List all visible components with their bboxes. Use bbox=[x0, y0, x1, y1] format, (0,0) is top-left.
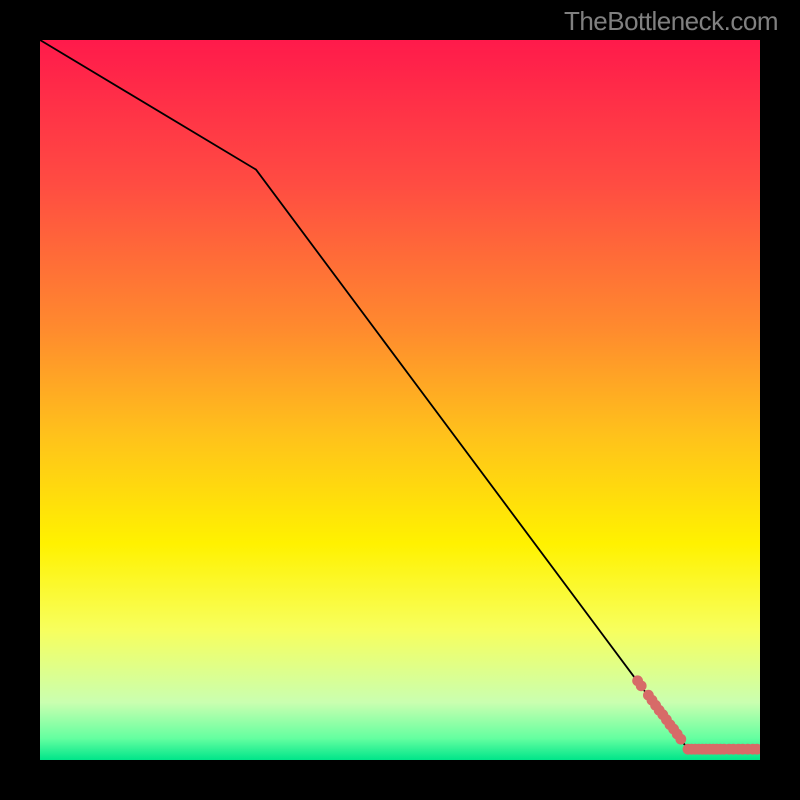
chart-frame: TheBottleneck.com bbox=[0, 0, 800, 800]
data-point bbox=[675, 734, 686, 745]
data-point bbox=[636, 680, 647, 691]
chart-plot bbox=[40, 40, 760, 760]
chart-background bbox=[40, 40, 760, 760]
attribution-label: TheBottleneck.com bbox=[564, 6, 778, 37]
